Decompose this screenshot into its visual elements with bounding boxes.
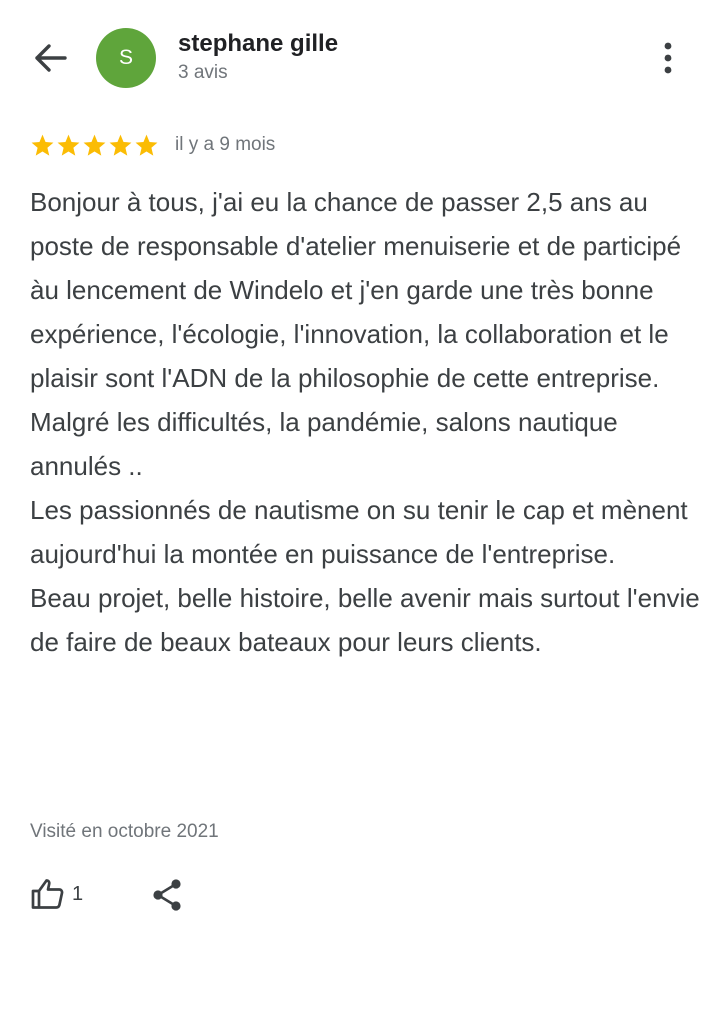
reviewer-review-count: 3 avis [178,62,228,83]
share-icon [153,879,181,911]
review-paragraph: Les passionnés de nautisme on su tenir l… [30,495,688,569]
star-icon [57,134,80,156]
rating-row: il y a 9 mois [30,132,275,158]
star-rating [30,133,159,158]
review-date: il y a 9 mois [175,134,276,155]
more-vert-icon [664,42,672,74]
star-icon [83,134,106,156]
like-count: 1 [72,882,84,905]
thumb-up-icon [31,879,64,909]
review-text: Bonjour à tous, j'ai eu la chance de pas… [30,180,705,664]
like-button[interactable]: 1 [30,874,83,914]
star-icon [31,134,54,156]
share-button[interactable] [148,876,186,914]
review-paragraph: Bonjour à tous, j'ai eu la chance de pas… [30,187,682,481]
visit-date: Visité en octobre 2021 [30,821,219,842]
back-button[interactable] [28,38,72,78]
arrow-left-icon [35,44,67,72]
star-icon [135,134,158,156]
star-icon [109,134,132,156]
avatar[interactable]: S [96,28,156,88]
review-paragraph: Beau projet, belle histoire, belle aveni… [30,583,700,657]
reviewer-name[interactable]: stephane gille [178,30,338,58]
more-options-button[interactable] [648,36,688,80]
